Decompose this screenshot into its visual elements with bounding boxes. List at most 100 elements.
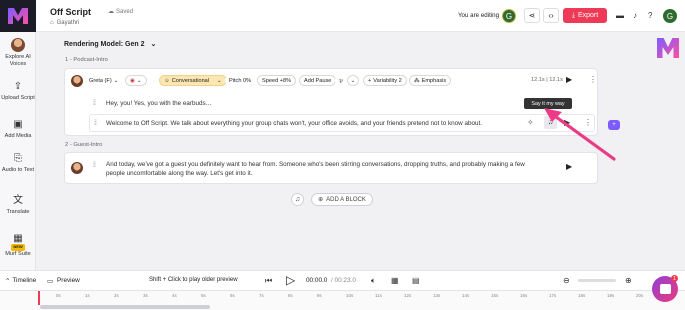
script-line-2[interactable]: Welcome to Off Script. We talk about eve…	[106, 119, 506, 128]
variability-label: Variability 2	[373, 77, 402, 84]
ai-sparkle-icon[interactable]: ✧	[527, 118, 534, 127]
playhead[interactable]	[38, 291, 40, 305]
main-play-icon[interactable]: ▷	[286, 273, 295, 287]
script-block-2: ⁞⁞ And today, we've got a guest you defi…	[64, 152, 598, 184]
project-title[interactable]: Off Script	[50, 7, 91, 17]
drag-handle-icon[interactable]: ⁞⁞	[93, 162, 96, 169]
add-block-button[interactable]: ⊕ ADD A BLOCK	[311, 193, 373, 206]
timeline-ruler[interactable]: 0s 1s 2s 3s 4s 5s 6s 7s 8s 9s 10s 11s 12s 13s 14s 15s 16…	[0, 290, 685, 310]
chevron-down-icon: ⌄	[113, 77, 119, 84]
script-line-3[interactable]: And today, we've got a guest you definit…	[106, 160, 526, 178]
ruler-tick: 3s	[143, 293, 148, 298]
export-button[interactable]: ⤓ Export	[563, 8, 607, 23]
help-icon[interactable]: ?	[648, 11, 652, 20]
block-play-icon[interactable]: ▶	[566, 162, 572, 171]
home-icon: ⌂	[50, 20, 54, 26]
share-icon: ⋖	[528, 11, 536, 20]
active-line-row[interactable]: ⁞⁞ Welcome to Off Script. We talk about …	[89, 114, 595, 132]
emphasis-icon: ⁂	[414, 77, 420, 84]
ruler-tick: 8s	[288, 293, 293, 298]
more-settings-dropdown[interactable]: ⌄	[347, 75, 359, 86]
rendering-model-selector[interactable]: Rendering Model: Gen 2 ⌄	[64, 40, 156, 48]
voice-selector[interactable]: Greta (F) ⌄	[85, 75, 123, 86]
sidebar-item-label: Murf Suite	[5, 250, 31, 257]
comments-icon[interactable]: ▬	[616, 11, 624, 20]
record-block-button[interactable]: ♫	[291, 193, 304, 206]
top-bar: Off Script ☁ Saved ⌂ Gayathri You are ed…	[36, 0, 685, 32]
media-icon: ▣	[13, 119, 23, 131]
greta-avatar	[71, 75, 83, 87]
sidebar-item-murf-suite[interactable]: ▦ NEW Murf Suite	[0, 234, 36, 257]
chevron-down-icon: ⌄	[217, 77, 222, 84]
preview-toggle[interactable]: ▭ Preview	[47, 277, 80, 285]
save-status: ☁ Saved	[108, 8, 133, 16]
plus-icon: +	[368, 77, 372, 84]
volume-icon[interactable]: 🔈︎	[371, 276, 376, 286]
voice-toolbar: Greta (F) ⌄ ◉ ⌄ ☺ Conversational ⌄ Pitch…	[69, 75, 597, 87]
preview-label: Preview	[57, 277, 80, 284]
share-button[interactable]: ⋖	[524, 8, 540, 23]
cloud-icon: ☁	[108, 9, 114, 15]
block-play-icon[interactable]: ▶	[566, 75, 572, 84]
script-block-1: Greta (F) ⌄ ◉ ⌄ ☺ Conversational ⌄ Pitch…	[64, 68, 598, 136]
layout-icon[interactable]: ▤	[412, 276, 420, 285]
murf-ai-assistant-icon[interactable]	[657, 38, 679, 58]
skip-back-icon[interactable]: ⏮	[265, 276, 272, 286]
sidebar-item-add-media[interactable]: ▣ Add Media	[0, 120, 36, 140]
zoom-out-icon[interactable]: ⊖	[563, 276, 570, 285]
notification-bell-icon[interactable]: ♪	[633, 11, 637, 20]
sidebar-item-label: Explore AI Voices	[5, 54, 31, 67]
pitch-label: Pitch 0%	[229, 77, 252, 84]
pronunciation-icon: ⅌	[339, 78, 343, 85]
plus-circle-icon: ⊕	[318, 197, 324, 203]
murf-logo-icon	[8, 8, 28, 24]
video-icon[interactable]: ▦	[391, 276, 399, 285]
greta-avatar	[71, 162, 83, 174]
sidebar-item-translate[interactable]: 文 Translate	[0, 196, 36, 216]
sidebar-item-explore-voices[interactable]: Explore AI Voices	[0, 38, 36, 67]
add-pause-button[interactable]: Add Pause	[299, 75, 337, 86]
block-more-icon[interactable]: ⋮	[589, 75, 597, 84]
ruler-tick: 4s	[172, 293, 177, 298]
export-label: Export	[577, 12, 599, 19]
voice-style-selector[interactable]: ☺ Conversational ⌄	[159, 75, 227, 86]
embed-button[interactable]: ‹›	[543, 8, 559, 23]
ruler-tick: 15s	[491, 293, 499, 298]
timeline-toggle[interactable]: ⌃ Timeline	[5, 277, 36, 285]
language-selector[interactable]: ◉ ⌄	[125, 75, 147, 86]
chevron-down-icon: ⌄	[136, 77, 142, 84]
timeline-scrollbar[interactable]	[40, 305, 210, 309]
profile-avatar[interactable]: G	[663, 9, 677, 23]
chevron-up-icon: ⌃	[5, 278, 11, 285]
script-line-1[interactable]: Hey, you! Yes, you with the earbuds…	[106, 99, 526, 108]
app-root: Explore AI Voices ⇪ Upload Script ▣ Add …	[0, 0, 685, 310]
emphasis-button[interactable]: ⁂ Emphasis	[409, 75, 452, 86]
breadcrumb[interactable]: ⌂ Gayathri	[50, 20, 79, 26]
murf-logo[interactable]	[0, 0, 36, 32]
ruler-tick: 14s	[462, 293, 470, 298]
block-label-podcast-intro: 1 - Podcast-Intro	[65, 57, 108, 63]
zoom-slider[interactable]	[578, 279, 616, 282]
ruler-tick: 12s	[404, 293, 412, 298]
chevron-down-icon: ⌄	[350, 77, 356, 84]
variability-control[interactable]: + Variability 2	[363, 75, 407, 86]
sidebar-item-audio-to-text[interactable]: ⎘ Audio to Text	[0, 154, 36, 174]
pronunciation-button[interactable]: ⅌	[335, 75, 347, 86]
rendering-model-label: Rendering Model: Gen 2	[64, 41, 145, 48]
collaborator-avatar[interactable]: G	[502, 9, 516, 23]
timeline-label: Timeline	[12, 277, 37, 284]
drag-handle-icon[interactable]: ⁞⁞	[94, 120, 97, 127]
emphasis-label: Emphasis	[421, 77, 447, 84]
zoom-in-icon[interactable]: ⊕	[625, 276, 632, 285]
translate-icon: 文	[13, 195, 23, 207]
pitch-control[interactable]: Pitch 0%	[225, 75, 256, 86]
drag-handle-icon[interactable]: ⁞⁞	[93, 100, 96, 107]
preview-icon: ▭	[47, 278, 54, 285]
speed-control[interactable]: Speed +8%	[257, 75, 297, 86]
ruler-tick: 1s	[85, 293, 90, 298]
us-flag-icon: ◉	[130, 77, 135, 84]
playback-bar: ⌃ Timeline ▭ Preview Shift + Click to pl…	[0, 270, 685, 290]
block-duration: 12.1s | 12.1s	[531, 77, 563, 83]
sidebar-item-label: Add Media	[4, 133, 32, 139]
sidebar-item-upload-script[interactable]: ⇪ Upload Script	[0, 82, 36, 102]
